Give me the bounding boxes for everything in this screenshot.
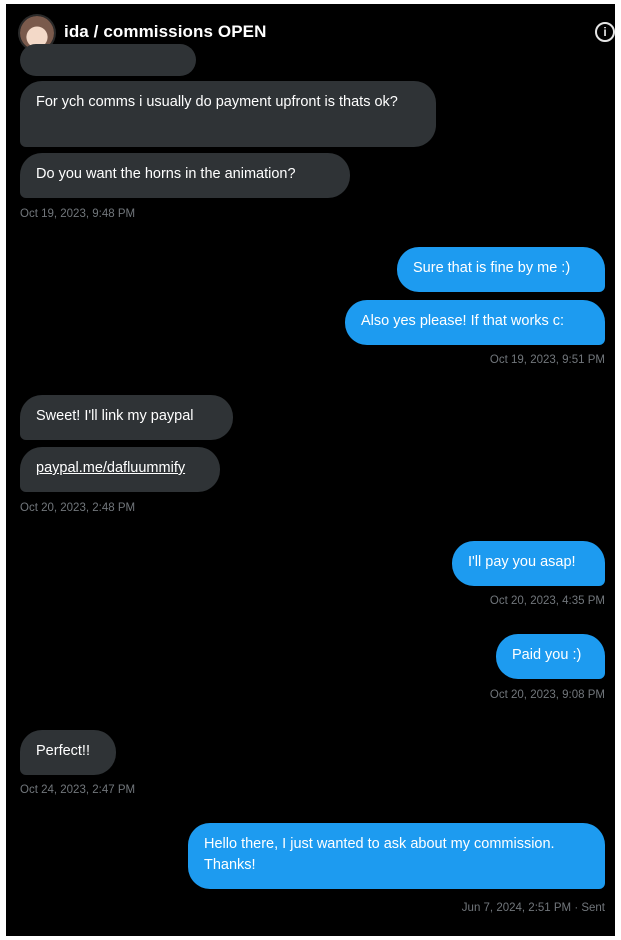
message-bubble-partial[interactable]	[20, 44, 196, 76]
message-bubble-sent[interactable]: Hello there, I just wanted to ask about …	[188, 823, 605, 889]
message-timestamp: Oct 19, 2023, 9:48 PM	[20, 208, 136, 220]
message-bubble-sent[interactable]: Paid you :)	[496, 634, 605, 679]
message-bubble-sent[interactable]: Also yes please! If that works c:	[345, 300, 605, 345]
message-timestamp: Oct 19, 2023, 9:51 PM	[489, 354, 605, 366]
message-bubble-sent[interactable]: I'll pay you asap!	[452, 541, 605, 586]
message-bubble-received[interactable]: Perfect!!	[20, 730, 116, 775]
message-text: For ych comms i usually do payment upfro…	[36, 94, 398, 110]
message-text: Paid you :)	[512, 647, 582, 663]
paypal-link[interactable]: paypal.me/dafluummify	[36, 460, 185, 476]
message-timestamp: Oct 24, 2023, 2:47 PM	[20, 784, 136, 796]
message-timestamp: Oct 20, 2023, 4:35 PM	[489, 595, 605, 607]
dm-conversation: ida / commissions OPEN i For ych comms i…	[6, 4, 615, 936]
message-text: Do you want the horns in the animation?	[36, 166, 296, 182]
message-bubble-received[interactable]: For ych comms i usually do payment upfro…	[20, 81, 436, 147]
message-text: Sweet! I'll link my paypal	[36, 408, 194, 424]
message-bubble-received[interactable]: paypal.me/dafluummify	[20, 447, 220, 492]
message-bubble-received[interactable]: Do you want the horns in the animation?	[20, 153, 350, 198]
message-text: Perfect!!	[36, 743, 90, 759]
message-bubble-received[interactable]: Sweet! I'll link my paypal	[20, 395, 233, 440]
conversation-title[interactable]: ida / commissions OPEN	[64, 22, 266, 42]
message-text: Also yes please! If that works c:	[361, 313, 565, 329]
message-timestamp: Oct 20, 2023, 9:08 PM	[489, 689, 605, 701]
message-text: Hello there, I just wanted to ask about …	[204, 836, 555, 873]
message-timestamp: Jun 7, 2024, 2:51 PM · Sent	[461, 902, 605, 914]
message-bubble-sent[interactable]: Sure that is fine by me :)	[397, 247, 605, 292]
message-timestamp: Oct 20, 2023, 2:48 PM	[20, 502, 136, 514]
info-icon[interactable]: i	[595, 22, 615, 42]
message-text: Sure that is fine by me :)	[413, 260, 571, 276]
message-text: I'll pay you asap!	[468, 554, 576, 570]
